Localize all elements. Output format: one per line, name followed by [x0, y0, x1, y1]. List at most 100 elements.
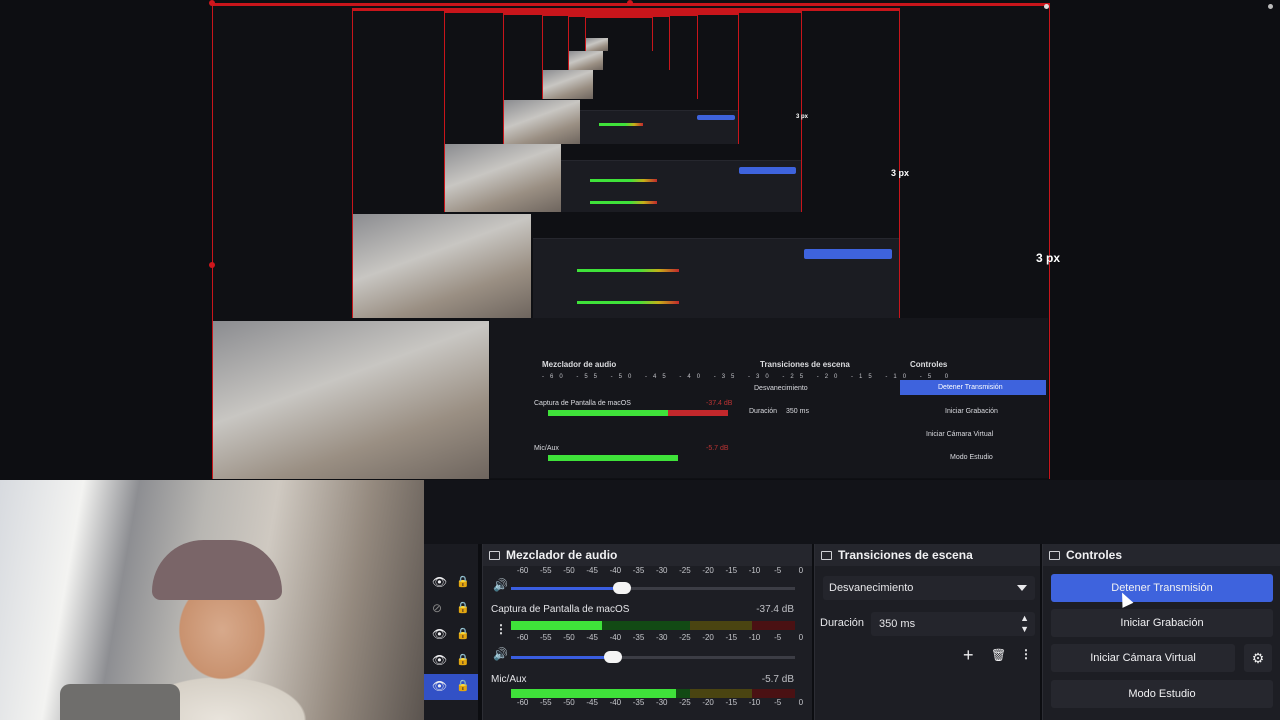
camera-thumbnail [543, 70, 593, 99]
eye-icon[interactable]: 👁 [432, 679, 447, 693]
transition-select[interactable]: Desvanecimiento [823, 576, 1035, 600]
channel-db: -5.7 dB [761, 674, 794, 685]
add-icon[interactable]: + [963, 645, 974, 666]
db-scale-tick: 0 [798, 566, 804, 575]
trash-icon[interactable]: 🗑 [991, 648, 1006, 662]
preview-channel-name: Captura de Pantalla de macOS [534, 400, 631, 407]
db-scale-tick: -50 [563, 698, 575, 707]
db-scale-tick: -20 [702, 566, 714, 575]
db-scale-tick: -55 [540, 566, 552, 575]
chevron-down-icon[interactable]: ▼ [1020, 624, 1029, 634]
source-row[interactable]: ⊘ 🔒 [424, 596, 478, 622]
lock-icon[interactable]: 🔒 [456, 575, 470, 588]
preview-frame-7 [585, 15, 653, 51]
distance-label: 3 px [796, 114, 809, 120]
chevron-down-icon [1017, 585, 1027, 591]
duration-input[interactable]: 350 ms ▲ ▼ [871, 612, 1035, 636]
meter-zone [689, 689, 753, 698]
db-scale-tick: -45 [586, 698, 598, 707]
transform-handle[interactable] [209, 262, 215, 268]
source-row-selected[interactable]: 👁 🔒 [424, 674, 478, 700]
scene-transitions-dock: Transiciones de escena Desvanecimiento D… [814, 544, 1040, 720]
db-scale-tick: -40 [609, 698, 622, 707]
meter-level [511, 689, 676, 698]
camera-thumbnail [213, 321, 489, 479]
camera-thumbnail [353, 214, 531, 318]
volume-slider[interactable] [511, 651, 795, 663]
speaker-icon[interactable]: 🔊 [493, 578, 508, 592]
preview-channel-name: Mic/Aux [534, 445, 559, 452]
cap [152, 540, 282, 600]
controls-dock: Controles Detener Transmisión Iniciar Gr… [1042, 544, 1280, 720]
meter-zone [752, 621, 795, 630]
db-scale-tick: -25 [679, 698, 691, 707]
canvas-preview[interactable]: 3 px 3 px 3 px Mezclador de audio Transi… [0, 0, 1280, 480]
db-scale-tick: -50 [563, 566, 575, 575]
db-scale: -60 -55 -50 -45 -40 -35 -30 -25 -20 -15 -10 -5 0 [511, 633, 812, 642]
mixer-title: Mezclador de audio [483, 544, 812, 566]
meter-zone [689, 621, 753, 630]
db-scale-tick: -5 [774, 698, 782, 707]
dock-icon [489, 550, 500, 560]
gear-icon[interactable]: ⚙ [1244, 644, 1272, 672]
source-row[interactable]: 👁 🔒 [424, 622, 478, 648]
eye-slash-icon[interactable]: ⊘ [432, 601, 442, 615]
channel-name: Captura de Pantalla de macOS [491, 604, 630, 615]
preview-channel-db: -37.4 dB [706, 400, 733, 407]
start-virtual-camera-button[interactable]: Iniciar Cámara Virtual [1051, 644, 1235, 672]
more-options-icon[interactable]: ⋮ [495, 622, 507, 636]
eye-icon[interactable]: 👁 [432, 575, 447, 589]
db-scale-tick: -5 [774, 633, 782, 642]
preview-duration-value: 350 ms [786, 408, 809, 415]
preview-studio-button: Modo Estudio [950, 454, 993, 461]
source-row[interactable]: 👁 🔒 [424, 570, 478, 596]
distance-label: 3 px [891, 168, 910, 178]
db-scale-tick: -15 [725, 566, 738, 575]
preview-dock: Mezclador de audio Transiciones de escen… [490, 318, 1048, 478]
preview-transitions-title: Transiciones de escena [760, 360, 850, 369]
level-meter [511, 621, 795, 630]
db-scale: -60 -55 -50 -45 -40 -35 -30 -25 -20 -15 -10 -5 0 [511, 698, 812, 707]
lock-icon[interactable]: 🔒 [456, 679, 470, 692]
preview-channel-db: -5.7 dB [706, 445, 729, 452]
meter-zone [752, 689, 795, 698]
controls-title-text: Controles [1066, 548, 1123, 562]
lock-icon[interactable]: 🔒 [456, 627, 470, 640]
start-recording-button[interactable]: Iniciar Grabación [1051, 609, 1273, 637]
lock-icon[interactable]: 🔒 [456, 601, 470, 614]
transform-handle[interactable] [1044, 4, 1049, 9]
lock-icon[interactable]: 🔒 [456, 653, 470, 666]
db-scale-tick: -20 [702, 698, 714, 707]
camera-thumbnail [569, 51, 603, 70]
db-scale-tick: -50 [563, 633, 575, 642]
preview-stop-button: Detener Transmisión [938, 384, 1003, 391]
db-scale-tick: -10 [748, 633, 761, 642]
duration-value: 350 ms [879, 618, 916, 630]
channel-db: -37.4 dB [756, 604, 794, 615]
transform-handle[interactable] [627, 0, 633, 6]
camera-thumbnail [445, 144, 561, 212]
transform-handle[interactable] [209, 0, 215, 6]
db-scale-tick: -60 [516, 633, 529, 642]
source-row[interactable]: 👁 🔒 [424, 648, 478, 674]
level-meter [511, 689, 795, 698]
chevron-up-icon[interactable]: ▲ [1020, 613, 1029, 623]
db-scale-tick: -55 [540, 698, 552, 707]
webcam-feed [0, 480, 424, 720]
more-options-icon[interactable]: ⋮ [1020, 647, 1032, 661]
db-scale-tick: -35 [632, 698, 645, 707]
transitions-title-text: Transiciones de escena [838, 548, 973, 562]
eye-icon[interactable]: 👁 [432, 653, 447, 667]
mini-dock [533, 238, 899, 318]
studio-mode-button[interactable]: Modo Estudio [1051, 680, 1273, 708]
stop-streaming-button[interactable]: Detener Transmisión [1051, 574, 1273, 602]
volume-slider[interactable] [511, 582, 795, 594]
preview-controls-title: Controles [910, 360, 948, 369]
meter-level [511, 621, 602, 630]
speaker-icon[interactable]: 🔊 [493, 647, 508, 661]
preview-record-button: Iniciar Grabación [945, 408, 998, 415]
db-scale-tick: -5 [774, 566, 782, 575]
transform-handle[interactable] [1268, 4, 1273, 9]
eye-icon[interactable]: 👁 [432, 627, 447, 641]
db-scale-tick: -10 [748, 698, 761, 707]
